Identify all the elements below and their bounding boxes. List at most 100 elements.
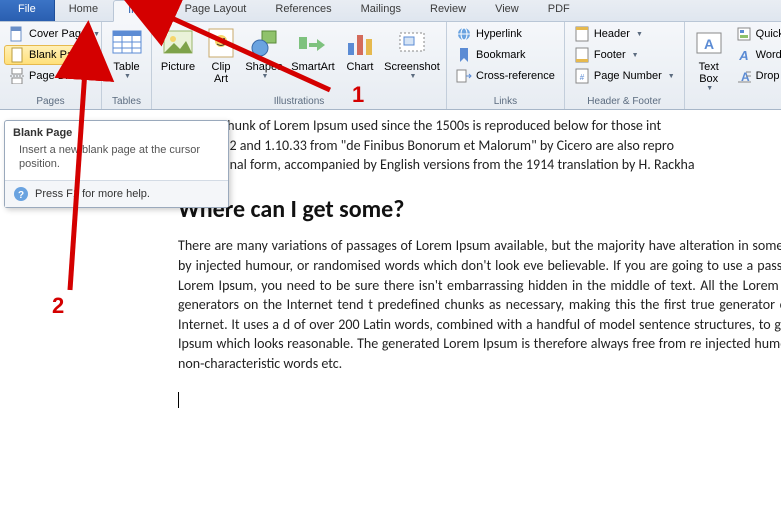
pagenum-label: Page Number	[594, 70, 662, 82]
quickparts-icon	[736, 26, 752, 42]
screenshot-button[interactable]: Screenshot ▼	[382, 24, 442, 82]
clipart-icon	[205, 27, 237, 59]
blank-page-label: Blank Page	[29, 49, 85, 61]
blank-page-button[interactable]: Blank Page	[4, 45, 100, 65]
header-button[interactable]: Header ▼	[569, 24, 680, 44]
chevron-down-icon: ▼	[93, 31, 100, 38]
text-cursor	[178, 392, 179, 408]
picture-button[interactable]: Picture	[156, 24, 200, 74]
hyperlink-label: Hyperlink	[476, 28, 522, 40]
group-header-footer: Header ▼ Footer ▼ # Page Number ▼ Header…	[565, 22, 685, 109]
crossref-label: Cross-reference	[476, 70, 555, 82]
pagenum-icon: #	[574, 68, 590, 84]
chevron-down-icon: ▼	[668, 73, 675, 80]
textbox-icon: A	[693, 27, 725, 59]
smartart-button[interactable]: SmartArt	[288, 24, 338, 74]
cover-page-label: Cover Page	[29, 28, 87, 40]
wordart-label: WordArt	[756, 49, 781, 61]
hyperlink-button[interactable]: Hyperlink	[451, 24, 560, 44]
doc-paragraph: andard chunk of Lorem Ipsum used since t…	[178, 116, 781, 136]
doc-paragraph: xact original form, accompanied by Engli…	[178, 155, 781, 175]
group-illustrations-label: Illustrations	[156, 95, 442, 109]
smartart-icon	[297, 27, 329, 59]
picture-icon	[162, 27, 194, 59]
table-icon	[111, 27, 143, 59]
doc-heading: Where can I get some?	[178, 193, 781, 227]
screenshot-label: Screenshot	[384, 61, 440, 73]
page-break-label: Page Break	[29, 70, 86, 82]
group-text: A Text Box ▼ Quick Pa A WordArt A Drop C…	[685, 22, 781, 109]
screenshot-icon	[396, 27, 428, 59]
group-tables-label: Tables	[106, 95, 147, 109]
dropcap-icon: A	[736, 68, 752, 84]
page-break-icon	[9, 68, 25, 84]
tooltip-body: Insert a new blank page at the cursor po…	[5, 141, 228, 180]
blank-page-icon	[9, 47, 25, 63]
footer-label: Footer	[594, 49, 626, 61]
chevron-down-icon: ▼	[636, 31, 643, 38]
shapes-icon	[248, 27, 280, 59]
doc-paragraph: There are many variations of passages of…	[178, 236, 781, 373]
cover-page-button[interactable]: Cover Page ▼	[4, 24, 100, 44]
help-icon: ?	[13, 186, 29, 202]
chevron-down-icon: ▼	[706, 85, 713, 93]
footer-button[interactable]: Footer ▼	[569, 45, 680, 65]
doc-paragraph: ns 1.10.32 and 1.10.33 from "de Finibus …	[178, 136, 781, 156]
chevron-down-icon: ▼	[632, 52, 639, 59]
table-button[interactable]: Table ▼	[106, 24, 147, 82]
tooltip-title: Blank Page	[5, 121, 228, 141]
dropcap-button[interactable]: A Drop Ca	[731, 66, 781, 86]
quickparts-button[interactable]: Quick Pa	[731, 24, 781, 44]
tab-insert[interactable]: Insert	[113, 0, 171, 22]
pagenum-button[interactable]: # Page Number ▼	[569, 66, 680, 86]
group-links: Hyperlink Bookmark Cross-reference Links	[447, 22, 565, 109]
chevron-down-icon: ▼	[410, 73, 417, 81]
dropcap-label: Drop Ca	[756, 70, 781, 82]
tab-home[interactable]: Home	[55, 0, 113, 21]
header-label: Header	[594, 28, 630, 40]
ribbon-tabs: File Home Insert Page Layout References …	[0, 0, 781, 22]
svg-text:#: #	[580, 73, 585, 82]
group-links-label: Links	[451, 95, 560, 109]
hyperlink-icon	[456, 26, 472, 42]
chart-icon	[344, 27, 376, 59]
annotation-number-1: 1	[352, 82, 364, 108]
document-page: andard chunk of Lorem Ipsum used since t…	[178, 116, 781, 409]
quickparts-label: Quick Pa	[756, 28, 781, 40]
svg-text:?: ?	[18, 190, 24, 201]
cover-page-icon	[9, 26, 25, 42]
wordart-icon: A	[736, 47, 752, 63]
group-text-label	[689, 95, 781, 109]
tab-review[interactable]: Review	[416, 0, 481, 21]
chart-button[interactable]: Chart	[340, 24, 380, 74]
tab-page-layout[interactable]: Page Layout	[171, 0, 262, 21]
wordart-button[interactable]: A WordArt	[731, 45, 781, 65]
clipart-button[interactable]: Clip Art	[202, 24, 240, 86]
textbox-button[interactable]: A Text Box ▼	[689, 24, 729, 94]
group-pages: Cover Page ▼ Blank Page Page Break Pages	[0, 22, 102, 109]
group-illustrations: Picture Clip Art Shapes ▼ SmartArt Chart	[152, 22, 447, 109]
group-hf-label: Header & Footer	[569, 95, 680, 109]
chevron-down-icon: ▼	[262, 73, 269, 81]
textbox-label: Text Box	[692, 61, 726, 85]
svg-text:A: A	[704, 36, 714, 52]
group-tables: Table ▼ Tables	[102, 22, 152, 109]
crossref-button[interactable]: Cross-reference	[451, 66, 560, 86]
tab-view[interactable]: View	[481, 0, 534, 21]
header-icon	[574, 26, 590, 42]
page-break-button[interactable]: Page Break	[4, 66, 100, 86]
crossref-icon	[456, 68, 472, 84]
shapes-label: Shapes	[245, 61, 282, 73]
shapes-button[interactable]: Shapes ▼	[242, 24, 286, 82]
bookmark-label: Bookmark	[476, 49, 526, 61]
group-pages-label: Pages	[4, 95, 97, 109]
tab-references[interactable]: References	[261, 0, 346, 21]
bookmark-button[interactable]: Bookmark	[451, 45, 560, 65]
bookmark-icon	[456, 47, 472, 63]
tooltip-footer-text: Press F1 for more help.	[35, 188, 150, 200]
tab-pdf[interactable]: PDF	[534, 0, 585, 21]
tab-file[interactable]: File	[0, 0, 55, 21]
tab-mailings[interactable]: Mailings	[347, 0, 416, 21]
chevron-down-icon: ▼	[124, 73, 131, 81]
smartart-label: SmartArt	[291, 61, 334, 73]
